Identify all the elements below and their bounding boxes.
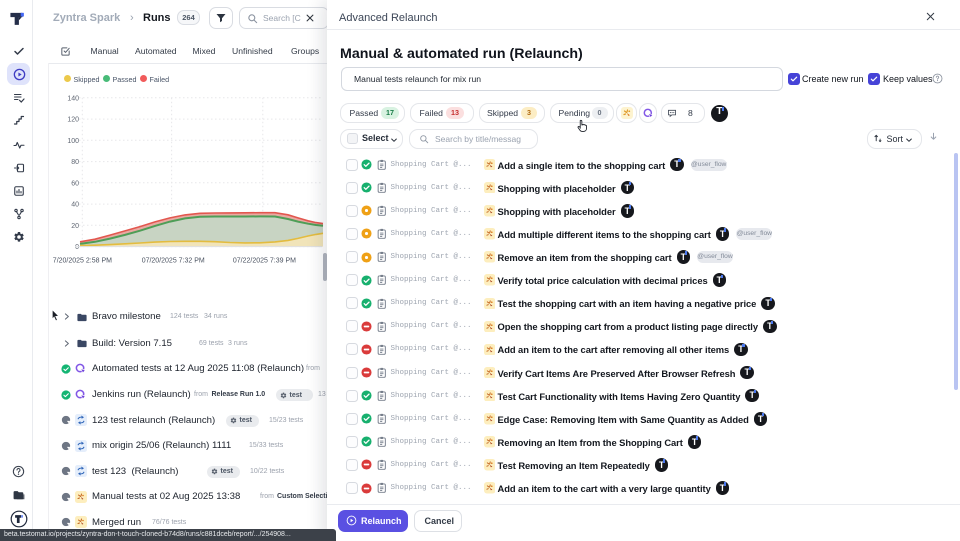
svg-text:20: 20 [71,223,79,230]
svg-text:100: 100 [67,138,79,145]
svg-text:80: 80 [71,159,79,166]
svg-text:7/20/2025 2:58 PM: 7/20/2025 2:58 PM [53,258,112,265]
svg-text:0: 0 [75,244,79,251]
svg-text:60: 60 [71,180,79,187]
svg-text:140: 140 [67,95,79,102]
svg-text:07/20/2025 7:32 PM: 07/20/2025 7:32 PM [142,258,205,265]
svg-text:120: 120 [67,117,79,124]
svg-text:07/22/2025 7:39 PM: 07/22/2025 7:39 PM [233,258,296,265]
svg-text:40: 40 [71,202,79,209]
